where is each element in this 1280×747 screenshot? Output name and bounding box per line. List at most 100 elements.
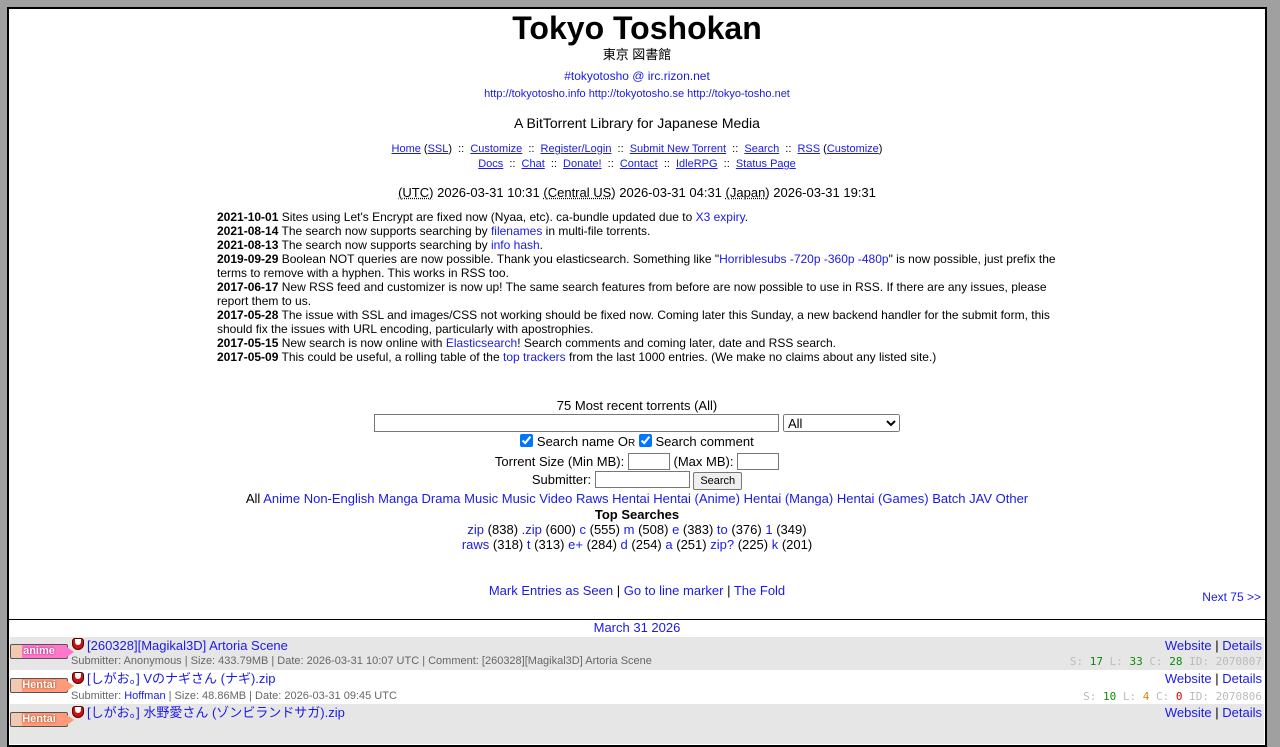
- mirror-link-se[interactable]: http://tokyotosho.se: [589, 88, 684, 100]
- mirror-link-net[interactable]: http://tokyo-tosho.net: [687, 88, 790, 100]
- seeders-label: S:: [1069, 655, 1084, 668]
- top-search-term[interactable]: to: [717, 522, 728, 537]
- site-subtitle-jp: 東京 図書館: [602, 47, 672, 62]
- min-size-input[interactable]: [627, 453, 670, 470]
- seeders-count: 10: [1103, 690, 1117, 703]
- website-link[interactable]: Website: [1165, 705, 1212, 720]
- category-batch[interactable]: Batch: [932, 491, 965, 506]
- nav-rss-customize[interactable]: Customize: [827, 143, 879, 155]
- nav-contact[interactable]: Contact: [620, 158, 658, 170]
- category-hentai-anime[interactable]: Hentai (Anime): [653, 491, 740, 506]
- nav-separator: ::: [607, 158, 614, 170]
- nav-search[interactable]: Search: [744, 143, 779, 155]
- top-search-term[interactable]: raws: [462, 537, 489, 552]
- category-all: All: [245, 491, 261, 506]
- mark-entries-seen-link[interactable]: Mark Entries as Seen: [489, 583, 613, 598]
- nav-docs[interactable]: Docs: [478, 158, 503, 170]
- news-link[interactable]: info hash: [491, 238, 540, 252]
- search-comment-checkbox[interactable]: [638, 434, 652, 447]
- torrent-links: Website | Details: [1165, 705, 1262, 720]
- next-page-link[interactable]: Next 75 >>: [1202, 589, 1261, 605]
- top-search-term[interactable]: d: [621, 537, 628, 552]
- category-non-english[interactable]: Non-English: [304, 491, 375, 506]
- the-fold-link[interactable]: The Fold: [734, 583, 785, 598]
- news-link[interactable]: top trackers: [503, 350, 566, 364]
- category-music-video[interactable]: Music Video: [502, 491, 573, 506]
- top-search-term[interactable]: k: [772, 537, 779, 552]
- nav-idlerpg[interactable]: IdleRPG: [676, 158, 718, 170]
- top-search-term[interactable]: m: [624, 522, 635, 537]
- news-link[interactable]: Elasticsearch: [446, 336, 517, 350]
- news-date: 2017-05-09: [217, 350, 279, 364]
- search-input[interactable]: [374, 414, 779, 432]
- category-anime[interactable]: Anime: [263, 491, 300, 506]
- nav-chat[interactable]: Chat: [522, 158, 545, 170]
- search-name-label: Search name O: [536, 434, 628, 449]
- category-music[interactable]: Music: [464, 491, 498, 506]
- search-button[interactable]: Search: [693, 472, 743, 490]
- go-to-line-marker-link[interactable]: Go to line marker: [624, 583, 724, 598]
- category-drama[interactable]: Drama: [422, 491, 461, 506]
- top-search-term[interactable]: .zip: [522, 522, 542, 537]
- category-select[interactable]: All: [783, 414, 900, 432]
- top-search-term[interactable]: e+: [568, 537, 583, 552]
- top-search-count: (376): [731, 522, 762, 537]
- mirror-links: http://tokyotosho.info http://tokyotosho…: [9, 86, 1265, 102]
- irc-link[interactable]: #tokyotosho @ irc.rizon.net: [564, 69, 710, 83]
- category-hentai-manga[interactable]: Hentai (Manga): [744, 491, 834, 506]
- top-search-term[interactable]: e: [672, 522, 679, 537]
- details-link[interactable]: Details: [1222, 705, 1262, 720]
- website-link[interactable]: Website: [1165, 671, 1212, 686]
- details-link[interactable]: Details: [1222, 671, 1262, 686]
- category-other[interactable]: Other: [996, 491, 1029, 506]
- magnet-icon[interactable]: [72, 706, 84, 718]
- category-hentai-games[interactable]: Hentai (Games): [837, 491, 929, 506]
- top-search-term[interactable]: zip: [467, 522, 484, 537]
- category-badge-icon[interactable]: Hentai: [10, 678, 74, 693]
- category-raws[interactable]: Raws: [576, 491, 609, 506]
- category-jav[interactable]: JAV: [969, 491, 992, 506]
- mirror-link-info[interactable]: http://tokyotosho.info: [484, 88, 586, 100]
- website-link[interactable]: Website: [1165, 638, 1212, 653]
- nav-submit-torrent[interactable]: Submit New Torrent: [630, 143, 726, 155]
- magnet-icon[interactable]: [72, 638, 84, 650]
- search-name-checkbox[interactable]: [520, 434, 534, 447]
- id-label: ID:: [1189, 690, 1210, 703]
- listing-date-link[interactable]: March 31 2026: [594, 620, 681, 635]
- top-search-term[interactable]: zip?: [710, 537, 734, 552]
- torrent-title-link[interactable]: [しがお。] Vのナギさん (ナギ).zip: [87, 671, 276, 686]
- news-item: 2017-05-09 This could be useful, a rolli…: [217, 350, 1057, 364]
- max-size-input[interactable]: [737, 453, 780, 470]
- central-time: 2026-03-31 04:31: [619, 185, 722, 200]
- top-search-term[interactable]: c: [580, 522, 587, 537]
- nav-register-login[interactable]: Register/Login: [541, 143, 612, 155]
- nav-status-page[interactable]: Status Page: [736, 158, 796, 170]
- nav-home[interactable]: Home: [392, 143, 421, 155]
- top-search-term[interactable]: t: [527, 537, 531, 552]
- torrent-title-link[interactable]: [しがお。] 水野愛さん (ゾンビランドサガ).zip: [87, 705, 345, 720]
- nav-ssl[interactable]: SSL: [428, 143, 449, 155]
- submitter-label: Submitter:: [71, 690, 122, 702]
- top-search-term[interactable]: a: [665, 537, 672, 552]
- submitter-input[interactable]: [594, 471, 690, 488]
- category-hentai[interactable]: Hentai: [612, 491, 650, 506]
- nav-customize[interactable]: Customize: [470, 143, 522, 155]
- news-link[interactable]: Horriblesubs -720p -360p -480p: [719, 252, 888, 266]
- torrent-title-link[interactable]: [260328][Magikal3D] Artoria Scene: [87, 638, 288, 653]
- details-link[interactable]: Details: [1222, 638, 1262, 653]
- news-link[interactable]: filenames: [491, 224, 542, 238]
- entry-marker-links: Mark Entries as Seen | Go to line marker…: [9, 583, 1265, 604]
- news-link[interactable]: X3 expiry: [696, 210, 745, 224]
- link-divider: |: [1215, 705, 1219, 720]
- recent-torrents-title: 75 Most recent torrents (All): [556, 398, 718, 413]
- category-badge-icon[interactable]: anime: [10, 644, 74, 659]
- news-date: 2017-06-17: [217, 280, 279, 294]
- torrent-stats: S: 17 L: 33 C: 28 ID: 2070807: [1070, 655, 1262, 668]
- magnet-icon[interactable]: [72, 672, 84, 684]
- torrent-links: Website | Details: [1165, 638, 1262, 653]
- category-manga[interactable]: Manga: [378, 491, 418, 506]
- nav-rss[interactable]: RSS: [797, 143, 820, 155]
- submitter-link[interactable]: Hoffman: [124, 690, 165, 702]
- top-search-term[interactable]: 1: [765, 522, 772, 537]
- nav-donate[interactable]: Donate!: [563, 158, 602, 170]
